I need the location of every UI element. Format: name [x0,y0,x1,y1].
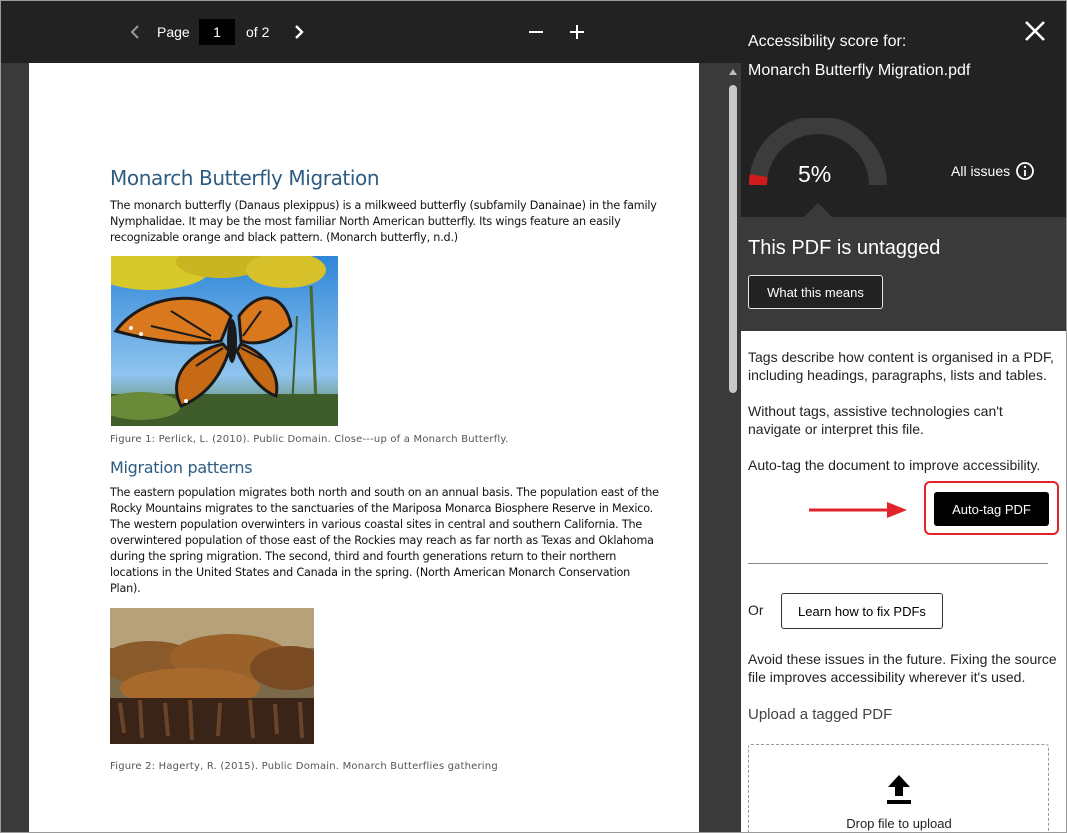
scrollbar[interactable] [725,63,741,832]
doc-intro: The monarch butterfly (Danaus plexippus)… [110,198,657,246]
doc-title: Monarch Butterfly Migration [110,166,380,190]
section-body-line: Rocky Mountains migrates to the sanctuar… [110,502,654,515]
plus-icon [570,25,584,39]
status-box: This PDF is untagged What this means [741,217,1066,331]
tags-warning: Without tags, assistive technologies can… [748,403,1003,437]
section-body: The eastern population migrates both nor… [110,485,659,597]
section-body-line: The western population overwinters in va… [110,518,643,531]
doc-intro-line: The monarch butterfly (Danaus plexippus)… [110,199,657,212]
section-body-line: locations in the United States and Canad… [110,566,631,579]
doc-intro-line: recognizable orange and black pattern. (… [110,231,458,244]
status-title: This PDF is untagged [748,237,941,259]
score-gauge-fill [749,174,768,186]
drop-file-label: Drop file to upload [846,816,952,831]
pdf-page: Monarch Butterfly Migration The monarch … [29,63,699,832]
accessibility-panel: Accessibility score for: Monarch Butterf… [741,1,1066,832]
what-this-means-button[interactable]: What this means [748,275,883,309]
section-heading: Migration patterns [110,458,253,477]
or-label: Or [748,602,764,618]
upload-dropzone[interactable]: Drop file to upload [748,744,1049,832]
all-issues-link[interactable]: All issues [951,161,1035,181]
page-total: of 2 [246,24,270,40]
pointer-notch [804,203,832,217]
zoom-out-button[interactable] [524,19,548,45]
close-icon [1025,21,1045,41]
section-body-line: The eastern population migrates both nor… [110,486,659,499]
pdf-viewer: Page of 2 Monarch Butterfly Migration Th… [1,1,741,832]
zoom-in-button[interactable] [565,19,589,45]
scroll-thumb[interactable] [729,85,737,393]
section-body-line: during the spring migration. The second,… [110,550,617,563]
doc-intro-line: Nymphalidae. It may be the most familiar… [110,215,621,228]
score-header: Accessibility score for: Monarch Butterf… [741,1,1066,217]
upload-heading: Upload a tagged PDF [748,706,893,723]
info-icon [1016,162,1035,180]
monarch-butterfly-image [111,256,338,426]
viewer-toolbar: Page of 2 [1,1,741,63]
all-issues-label: All issues [951,163,1011,179]
chevron-left-icon [130,25,139,39]
divider [748,563,1048,564]
file-name: Monarch Butterfly Migration.pdf [748,62,971,79]
page-label: Page [157,24,190,40]
scroll-up-arrow-icon[interactable] [729,69,737,75]
section-body-line: overwintered population of those east of… [110,534,654,547]
app-frame: Page of 2 Monarch Butterfly Migration Th… [0,0,1067,833]
learn-fix-pdfs-button[interactable]: Learn how to fix PDFs [781,593,943,629]
upload-icon [887,775,911,804]
prev-page-button[interactable] [124,20,146,44]
autotag-prompt: Auto-tag the document to improve accessi… [748,457,1041,473]
future-advice: Avoid these issues in the future. Fixing… [748,651,1057,685]
close-button[interactable] [1024,20,1048,44]
tags-description: Tags describe how content is organised i… [748,349,1054,383]
butterflies-gathering-image [110,608,314,744]
chevron-right-icon [295,25,304,39]
annotation-arrow-icon [809,502,907,518]
score-for-label: Accessibility score for: [748,33,907,50]
score-percentage: 5% [798,161,832,187]
next-page-button[interactable] [288,20,310,44]
minus-icon [529,31,543,33]
section-body-line: Plan). [110,582,141,595]
figure-2-caption: Figure 2: Hagerty, R. (2015). Public Dom… [110,761,498,772]
page-number-input[interactable] [199,19,235,45]
figure-1-caption: Figure 1: Perlick, L. (2010). Public Dom… [110,434,509,445]
auto-tag-button[interactable]: Auto-tag PDF [934,492,1049,526]
